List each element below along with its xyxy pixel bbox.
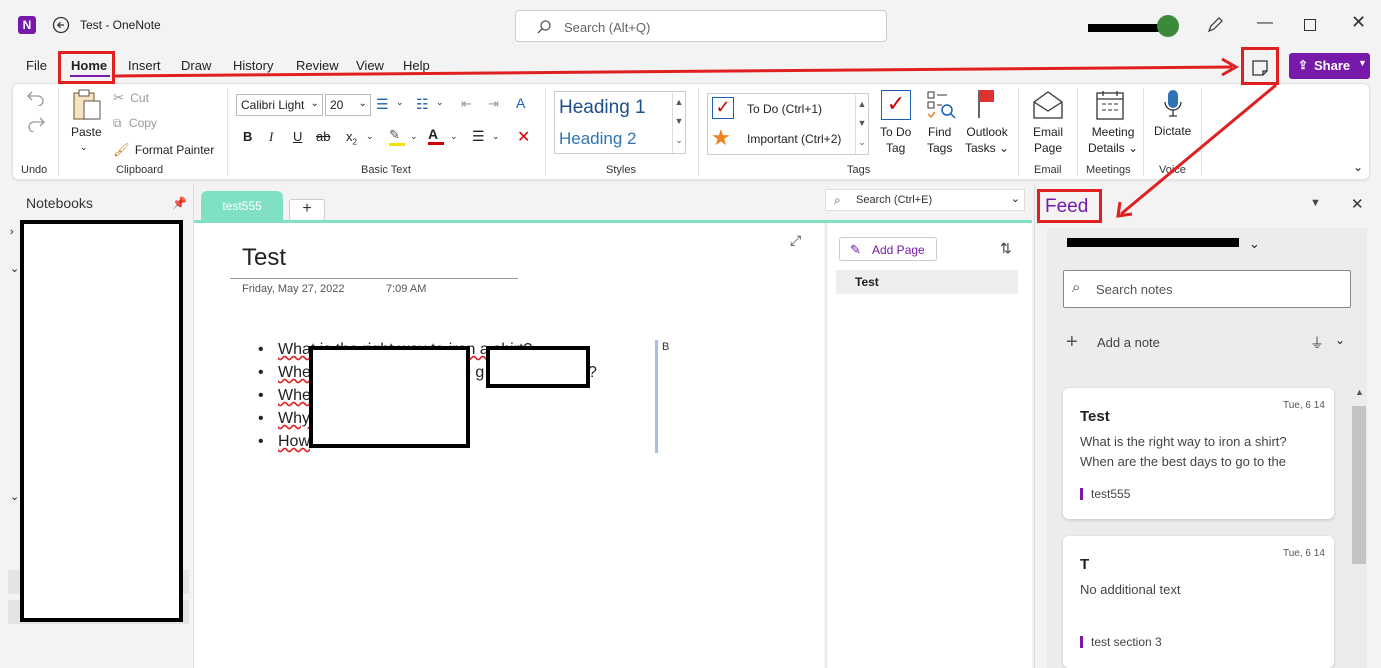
annotation-arrows bbox=[114, 57, 1277, 218]
